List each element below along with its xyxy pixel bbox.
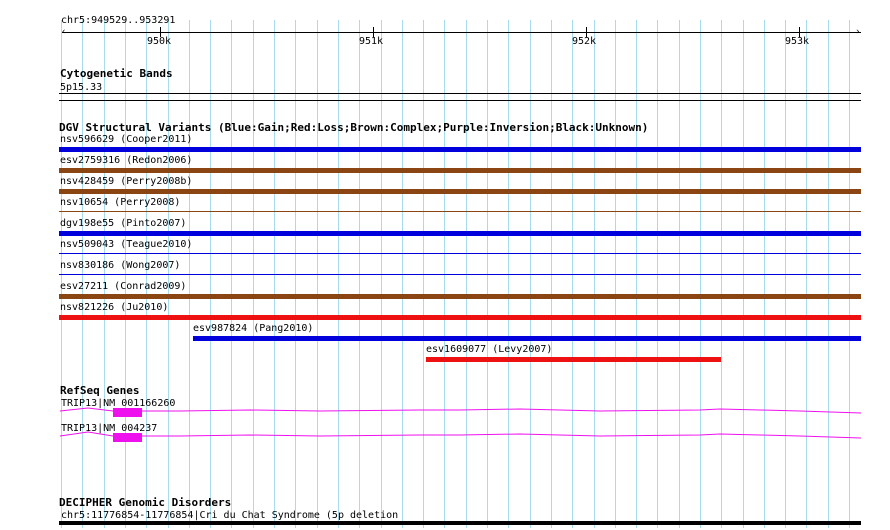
variant-label-nsv821226[interactable]: nsv821226 (Ju2010) (60, 302, 168, 313)
cytoband-track-title[interactable]: Cytogenetic Bands (60, 68, 173, 80)
variant-label-esv27211[interactable]: esv27211 (Conrad2009) (60, 281, 186, 292)
variant-label-nsv10654[interactable]: nsv10654 (Perry2008) (60, 197, 180, 208)
refseq-gene-models[interactable] (0, 405, 890, 445)
decipher-entry-label[interactable]: chr5:11776854-11776854|Cri du Chat Syndr… (61, 510, 398, 521)
refseq-track-title[interactable]: RefSeq Genes (60, 385, 139, 397)
variant-bar-nsv830186[interactable] (59, 274, 861, 275)
ruler-left-arrow: ‹ (61, 27, 67, 37)
cytoband-label[interactable]: 5p15.33 (60, 82, 102, 93)
ruler-right-arrow: › (855, 27, 861, 37)
variant-label-nsv596629[interactable]: nsv596629 (Cooper2011) (60, 134, 192, 145)
gene-intron-nm-001166260 (59, 407, 862, 414)
variant-label-esv2759316[interactable]: esv2759316 (Redon2006) (60, 155, 192, 166)
variant-bar-nsv428459[interactable] (59, 189, 861, 194)
tick-label-953k: 953k (785, 36, 810, 47)
variant-bar-nsv509043[interactable] (59, 253, 861, 254)
tick-label-952k: 952k (572, 36, 597, 47)
variant-bar-esv27211[interactable] (59, 294, 861, 299)
variant-bar-esv2759316[interactable] (59, 168, 861, 173)
variant-label-dgv198e55[interactable]: dgv198e55 (Pinto2007) (60, 218, 186, 229)
decipher-entry-bar[interactable] (59, 521, 861, 525)
dgv-track-title[interactable]: DGV Structural Variants (Blue:Gain;Red:L… (59, 122, 648, 134)
decipher-track-title[interactable]: DECIPHER Genomic Disorders (59, 497, 231, 509)
cytoband-line-bottom (59, 100, 861, 101)
variant-bar-esv987824[interactable] (193, 336, 861, 341)
tick-label-951k: 951k (359, 36, 384, 47)
gene-intron-nm-004237 (59, 431, 862, 439)
variant-label-esv987824[interactable]: esv987824 (Pang2010) (193, 323, 313, 334)
variant-bar-nsv10654[interactable] (59, 211, 861, 212)
gene-exon-nm-004237 (113, 433, 142, 442)
variant-label-nsv428459[interactable]: nsv428459 (Perry2008b) (60, 176, 192, 187)
ruler-axis (62, 32, 861, 33)
tick-label-950k: 950k (147, 36, 172, 47)
gene-exon-nm-001166260 (113, 408, 142, 417)
variant-bar-nsv821226[interactable] (59, 315, 861, 320)
cytoband-line-top (59, 93, 861, 94)
variant-bar-nsv596629[interactable] (59, 147, 861, 152)
variant-bar-dgv198e55[interactable] (59, 231, 861, 236)
variant-label-esv1609077[interactable]: esv1609077 (Levy2007) (426, 344, 552, 355)
variant-bar-esv1609077[interactable] (426, 357, 721, 362)
variant-label-nsv509043[interactable]: nsv509043 (Teague2010) (60, 239, 192, 250)
region-label: chr5:949529..953291 (61, 15, 176, 26)
variant-label-nsv830186[interactable]: nsv830186 (Wong2007) (60, 260, 180, 271)
